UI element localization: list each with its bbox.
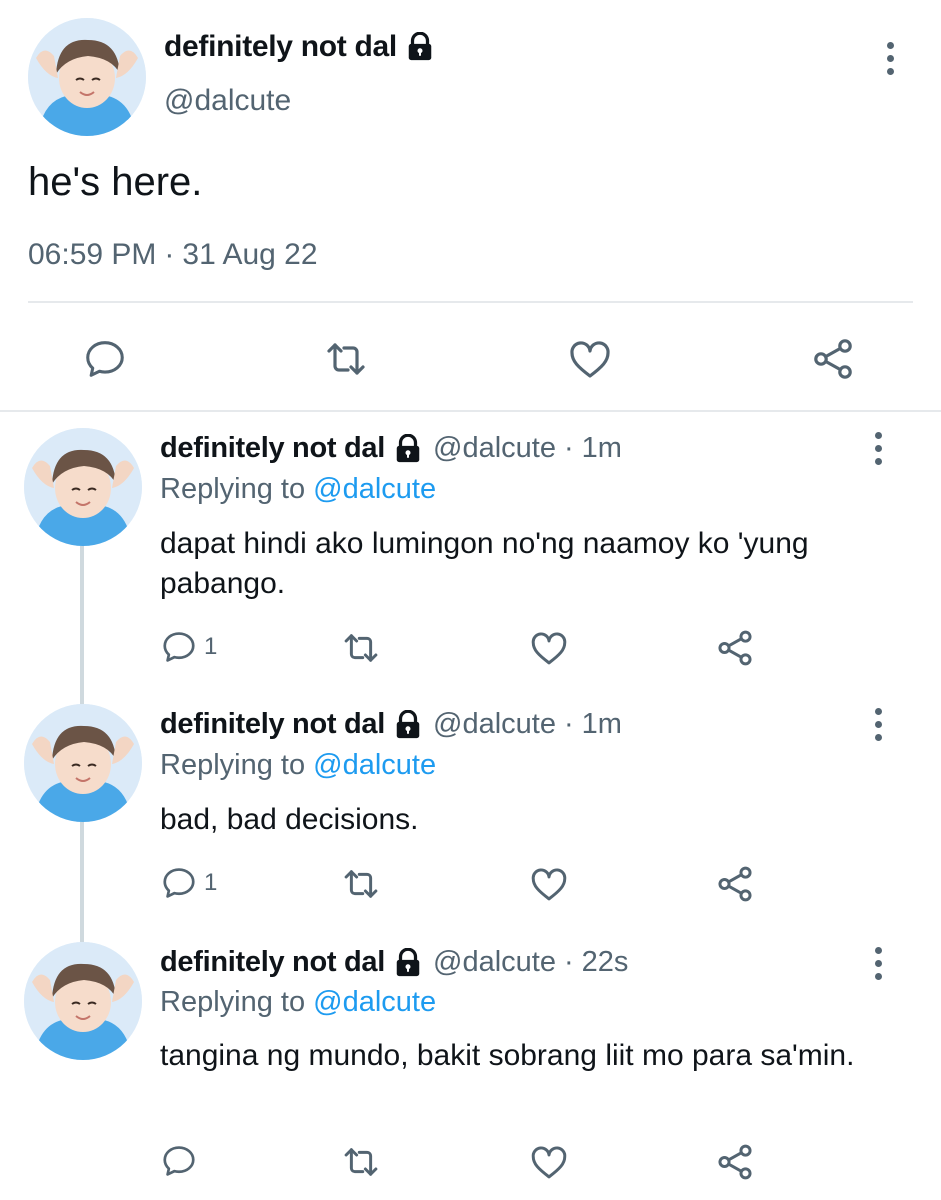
author-display-name: definitely not dal	[164, 30, 397, 63]
divider	[0, 410, 941, 412]
lock-icon	[405, 32, 435, 62]
author-handle: @dalcute	[433, 708, 556, 740]
retweet-icon[interactable]	[340, 1141, 382, 1183]
replying-prefix: Replying to	[160, 749, 306, 781]
replying-to: Replying to @dalcute	[160, 749, 436, 782]
reply-time: 1m	[581, 432, 622, 464]
share-icon[interactable]	[714, 1141, 756, 1183]
more-vertical-icon[interactable]	[880, 38, 900, 78]
reply-button[interactable]: 1	[160, 628, 217, 666]
reply-button[interactable]: 1	[160, 864, 217, 902]
reply-text: tangina ng mundo, bakit sobrang liit mo …	[160, 1039, 855, 1072]
meta-separator: ·	[164, 238, 175, 271]
lock-icon	[393, 709, 423, 740]
tweet-timestamp[interactable]: 06:59 PM · 31 Aug 22	[28, 238, 318, 272]
meta-separator: ·	[563, 946, 574, 978]
retweet-icon[interactable]	[321, 334, 371, 384]
author-handle: @dalcute	[433, 432, 556, 464]
replying-prefix: Replying to	[160, 986, 306, 1018]
reply-header[interactable]: definitely not dal @dalcute · 1m	[160, 432, 622, 465]
reply-icon[interactable]	[80, 334, 130, 384]
retweet-icon[interactable]	[340, 863, 382, 905]
thread-line	[80, 545, 84, 705]
author-handle[interactable]: @dalcute	[164, 84, 291, 118]
share-icon[interactable]	[808, 334, 858, 384]
tweet-date: 31 Aug 22	[182, 238, 318, 271]
heart-icon[interactable]	[565, 334, 615, 384]
reply-icon	[160, 864, 198, 902]
author-display-name: definitely not dal	[160, 432, 386, 464]
reply-header[interactable]: definitely not dal @dalcute · 1m	[160, 708, 622, 741]
retweet-icon[interactable]	[340, 627, 382, 669]
replying-to: Replying to @dalcute	[160, 986, 436, 1019]
heart-icon[interactable]	[528, 863, 570, 905]
avatar[interactable]	[24, 942, 142, 1060]
avatar[interactable]	[24, 704, 142, 822]
reply-count: 1	[204, 633, 218, 660]
mention-link[interactable]: @dalcute	[313, 986, 436, 1018]
author-display-name: definitely not dal	[160, 708, 386, 740]
avatar[interactable]	[28, 18, 146, 136]
more-vertical-icon[interactable]	[868, 943, 888, 983]
more-vertical-icon[interactable]	[868, 428, 888, 468]
reply-text: bad, bad decisions.	[160, 803, 419, 836]
share-icon[interactable]	[714, 863, 756, 905]
tweet-text: he's here.	[28, 160, 203, 204]
meta-separator: ·	[563, 708, 574, 740]
tweet-time: 06:59 PM	[28, 238, 157, 271]
reply-icon	[160, 628, 198, 666]
reply-time: 22s	[581, 946, 629, 978]
lock-icon	[393, 947, 423, 978]
author-display-name: definitely not dal	[160, 946, 386, 978]
reply-header[interactable]: definitely not dal @dalcute · 22s	[160, 946, 628, 979]
reply-button[interactable]	[160, 1142, 204, 1180]
replying-to: Replying to @dalcute	[160, 473, 436, 506]
meta-separator: ·	[563, 432, 574, 464]
heart-icon[interactable]	[528, 627, 570, 669]
share-icon[interactable]	[714, 627, 756, 669]
mention-link[interactable]: @dalcute	[313, 749, 436, 781]
mention-link[interactable]: @dalcute	[313, 473, 436, 505]
thread-line	[80, 822, 84, 944]
reply-text: dapat hindi ako lumingon no'ng naamoy ko…	[160, 527, 809, 600]
heart-icon[interactable]	[528, 1141, 570, 1183]
author-name[interactable]: definitely not dal	[164, 30, 435, 64]
lock-icon	[393, 433, 423, 464]
more-vertical-icon[interactable]	[868, 704, 888, 744]
author-handle: @dalcute	[433, 946, 556, 978]
reply-time: 1m	[581, 708, 622, 740]
divider	[28, 301, 913, 303]
replying-prefix: Replying to	[160, 473, 306, 505]
avatar[interactable]	[24, 428, 142, 546]
reply-count: 1	[204, 869, 218, 896]
reply-icon	[160, 1142, 198, 1180]
